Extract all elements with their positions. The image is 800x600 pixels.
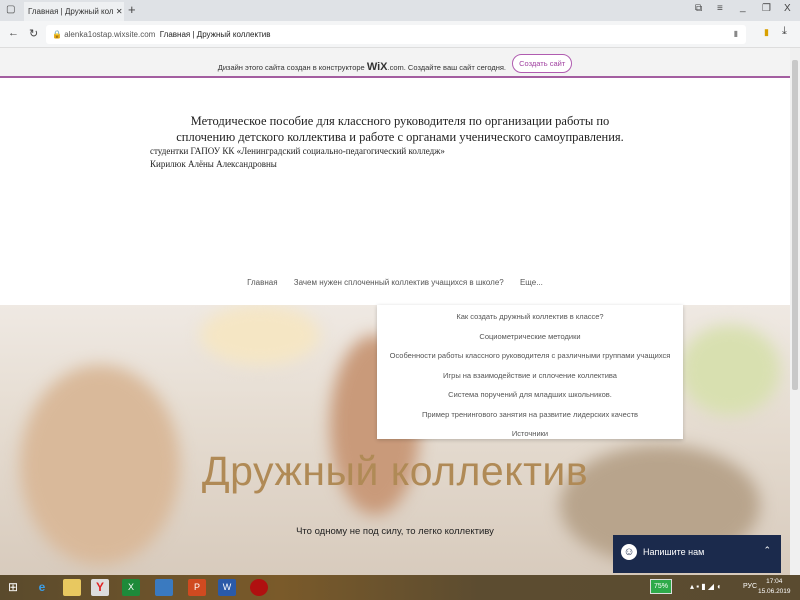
dropdown-item[interactable]: Система поручений для младших школьников…	[377, 387, 683, 407]
explorer-icon[interactable]	[63, 579, 81, 596]
restore-button[interactable]: ❐	[762, 3, 771, 14]
date: 15.06.2019	[758, 588, 791, 595]
url-page-title: Главная | Дружный коллектив	[159, 30, 271, 39]
reload-icon[interactable]: ↻	[29, 27, 38, 40]
tray-icons[interactable]: ▴ ▪ ▮ ◢ ◖	[690, 582, 721, 591]
smile-icon: ☺	[621, 544, 637, 560]
yandex-icon[interactable]: Y	[91, 579, 109, 596]
close-button[interactable]: X	[784, 3, 791, 14]
bookmarks-icon[interactable]: ⧉	[695, 3, 702, 14]
app-icon[interactable]	[250, 579, 268, 596]
page-header: Методическое пособие для классного руков…	[140, 113, 660, 171]
dropdown-item[interactable]: Источники	[377, 426, 683, 446]
nav-dropdown: Как создать дружный коллектив в классе? …	[377, 305, 683, 439]
dropdown-item[interactable]: Пример тренингового занятия на развитие …	[377, 407, 683, 427]
chat-label: Напишите нам	[643, 547, 705, 557]
dropdown-item[interactable]: Особенности работы классного руководител…	[377, 348, 683, 368]
clock[interactable]: 17:04 15.06.2019	[758, 577, 791, 597]
excel-icon[interactable]: X	[122, 579, 140, 596]
back-icon[interactable]: ←	[8, 27, 19, 39]
battery-indicator[interactable]: 75%	[650, 579, 672, 594]
dropdown-item[interactable]: Игры на взаимодействие и сплочение колле…	[377, 368, 683, 388]
start-icon[interactable]: ⊞	[4, 579, 22, 596]
banner-text: Дизайн этого сайта создан в конструкторе	[217, 63, 365, 72]
tabs-icon[interactable]: ▢	[6, 4, 15, 15]
wix-logo: WiX	[366, 61, 388, 73]
language-indicator[interactable]: РУС	[743, 583, 757, 590]
bookmark-icon[interactable]: ▮	[734, 29, 738, 38]
tab-title: Главная | Дружный кол	[28, 7, 114, 16]
nav-why[interactable]: Зачем нужен сплоченный коллектив учащихс…	[294, 278, 504, 287]
nav-home[interactable]: Главная	[247, 278, 277, 287]
wix-banner: Дизайн этого сайта создан в конструкторе…	[0, 48, 790, 78]
scrollbar-thumb[interactable]	[792, 60, 798, 390]
menu-icon[interactable]: ≡	[717, 3, 723, 14]
nav-more[interactable]: Еще...	[520, 278, 543, 287]
powerpoint-icon[interactable]: P	[188, 579, 206, 596]
url-field[interactable]: 🔒 alenka1ostap.wixsite.com Главная | Дру…	[46, 25, 746, 44]
ie-icon[interactable]: e	[33, 579, 51, 596]
site-nav: Главная Зачем нужен сплоченный коллектив…	[0, 278, 790, 287]
word-icon[interactable]: W	[218, 579, 236, 596]
computer-icon[interactable]	[155, 579, 173, 596]
chat-widget[interactable]: Напишите нам ⌃	[613, 535, 781, 573]
page-title: Методическое пособие для классного руков…	[176, 114, 624, 144]
author-name: Кирилюк Алёны Александровны	[150, 159, 277, 169]
banner-text-2: .com. Создайте ваш сайт сегодня.	[387, 63, 507, 72]
author-institution: студентки ГАПОУ КК «Ленинградский социал…	[150, 146, 445, 156]
create-site-button[interactable]: Создать сайт	[512, 54, 573, 73]
dropdown-item[interactable]: Социометрические методики	[377, 329, 683, 349]
chevron-up-icon[interactable]: ⌃	[763, 545, 771, 556]
browser-tab[interactable]: Главная | Дружный кол ✕	[24, 2, 124, 21]
new-tab-button[interactable]: +	[128, 2, 136, 17]
minimize-button[interactable]: _	[740, 2, 746, 13]
dropdown-item[interactable]: Как создать дружный коллектив в классе?	[377, 309, 683, 329]
hero-title: Дружный коллектив	[201, 448, 589, 494]
extension-icon[interactable]: ▮	[764, 27, 769, 38]
taskbar: ⊞ e Y X P W	[0, 575, 800, 600]
download-icon[interactable]: ⤓	[782, 25, 787, 38]
url-domain: alenka1ostap.wixsite.com	[64, 30, 156, 39]
tab-bar: ▢ Главная | Дружный кол ✕ + ⧉ ≡ _ ❐ X	[0, 0, 800, 21]
time: 17:04	[766, 578, 783, 585]
